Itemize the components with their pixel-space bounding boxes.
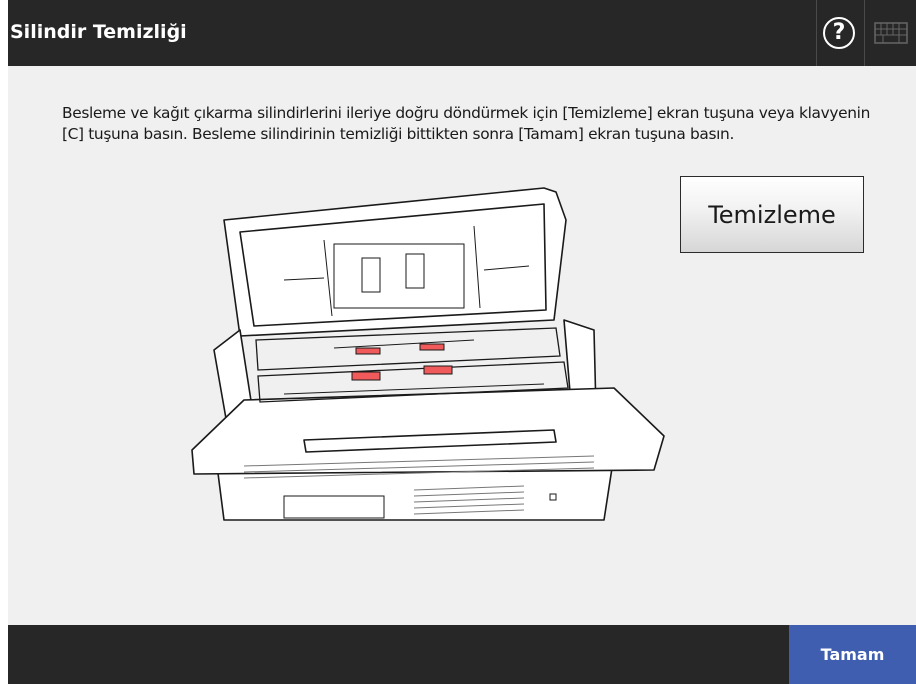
page-title: Silindir Temizliği (10, 21, 187, 43)
keyboard-button[interactable] (864, 0, 916, 66)
help-icon-glyph: ? (832, 20, 846, 45)
ok-button[interactable]: Tamam (789, 625, 916, 684)
help-icon: ? (823, 17, 855, 49)
app-window: Silindir Temizliği ? Besleme ve kağıt çı… (8, 0, 916, 684)
scanner-illustration (191, 187, 665, 521)
clean-button[interactable]: Temizleme (680, 176, 864, 253)
keyboard-icon (874, 22, 908, 44)
header-bar: Silindir Temizliği ? (8, 0, 916, 66)
footer-bar: Tamam (8, 625, 916, 684)
help-button[interactable]: ? (816, 0, 861, 66)
instruction-text: Besleme ve kağıt çıkarma silindirlerini … (62, 104, 870, 143)
